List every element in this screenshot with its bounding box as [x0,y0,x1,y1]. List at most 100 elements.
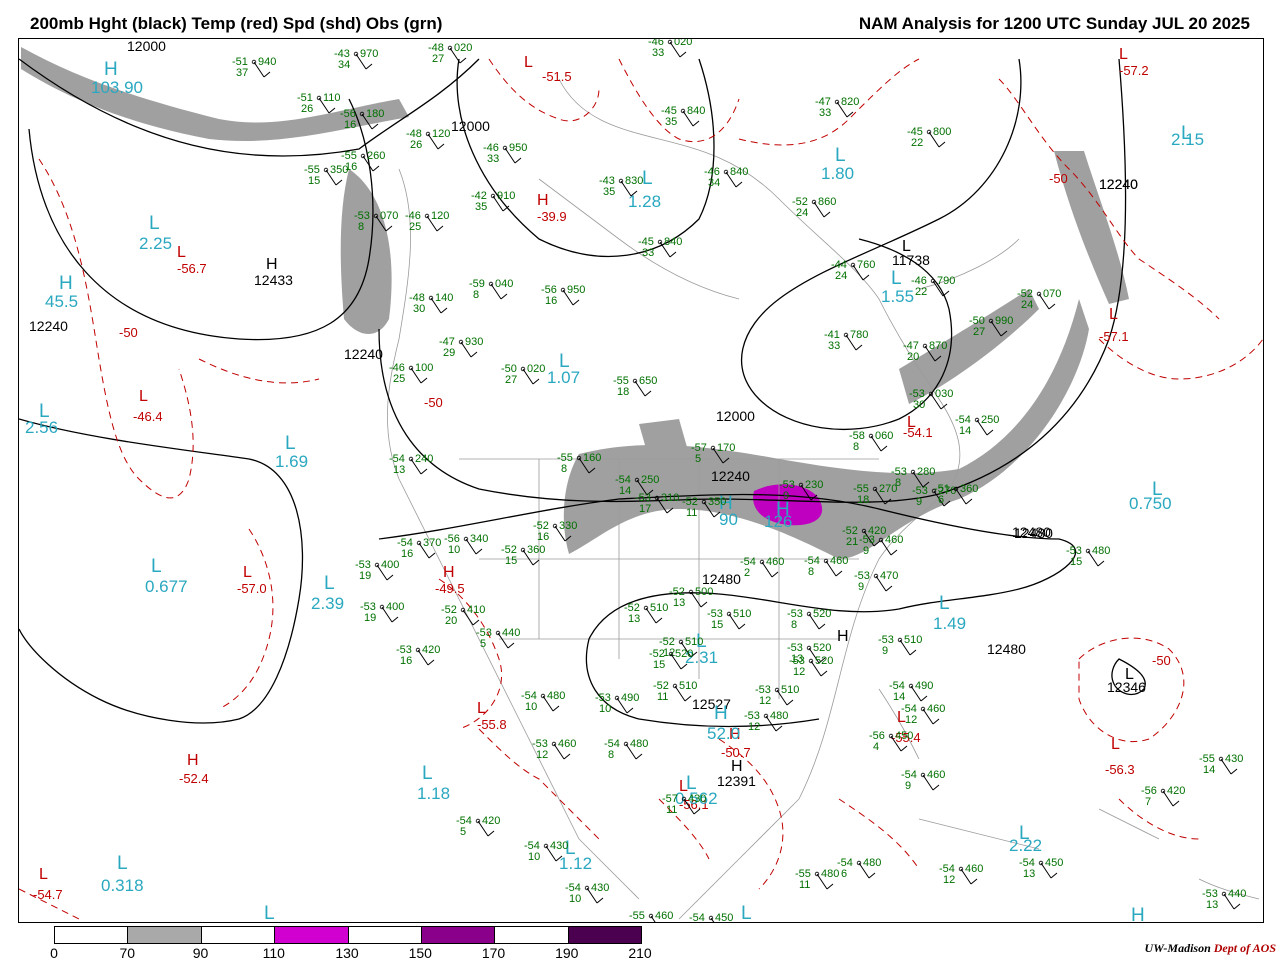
station-observation: -54 24013 [389,453,433,476]
speed-center-value: 1.55 [881,287,914,306]
height-label: 12240 [1099,176,1138,192]
station-observation: -53 42016 [396,644,440,667]
svg-text:780: 780 [850,329,868,341]
svg-text:33: 33 [652,47,664,59]
station-observation: -54 4808 [604,738,648,761]
temperature-center-symbol: H [187,752,199,769]
svg-text:13: 13 [393,464,405,476]
svg-text:10: 10 [569,893,581,905]
speed-center-value: 103.90 [91,78,143,97]
svg-text:420: 420 [482,815,500,827]
temperature-contour-label: -50 [1049,171,1068,186]
station-observation: -52 07024 [1017,288,1061,311]
speed-center-symbol: L [835,145,846,166]
svg-text:-54: -54 [689,912,705,922]
scale-segment [275,927,349,943]
station-observation: -53 40019 [355,559,399,582]
svg-text:250: 250 [981,414,999,426]
speed-center-symbol: L [422,763,433,784]
station-observation: -54 4602 [740,556,784,579]
svg-text:16: 16 [545,295,557,307]
svg-text:460: 460 [766,556,784,568]
scale-tick-label: 90 [192,945,209,961]
height-center-symbol: L [1125,666,1134,683]
svg-text:840: 840 [730,166,748,178]
height-label: 12391 [717,773,756,789]
svg-text:170: 170 [717,442,735,454]
svg-text:10: 10 [528,851,540,863]
svg-text:480: 480 [821,868,839,880]
svg-text:29: 29 [443,347,455,359]
speed-center-symbol: L [264,903,275,922]
map-title: 200mb Hght (black) Temp (red) Spd (shd) … [30,14,443,33]
svg-text:280: 280 [917,466,935,478]
svg-text:120: 120 [431,210,449,222]
svg-text:860: 860 [818,196,836,208]
speed-center-value: 1.12 [559,854,592,873]
station-observation: -52 51011 [653,680,697,703]
temperature-contour [438,578,503,730]
scale-segment [201,927,276,943]
temperature-center-symbol: L [39,866,48,883]
station-observation: -53 4405 [476,627,520,650]
speed-center-value: 90 [719,510,738,529]
station-observation: -55 43014 [1199,753,1243,776]
svg-text:100: 100 [415,362,433,374]
station-observation: -48 14030 [409,292,453,315]
station-observation: -46 95033 [483,142,527,165]
svg-text:30: 30 [413,303,425,315]
svg-text:510: 510 [679,680,697,692]
svg-text:8: 8 [473,289,479,301]
temperature-center-symbol: L [139,388,148,405]
svg-text:650: 650 [639,375,657,387]
svg-text:8: 8 [853,441,859,453]
svg-text:16: 16 [537,531,549,543]
temperature-center-value: -57.1 [1099,329,1129,344]
svg-text:400: 400 [386,601,404,613]
svg-text:350: 350 [330,164,348,176]
station-observation: -44 76024 [831,259,875,282]
station-observation: -52 51013 [624,602,668,625]
temperature-contour [1118,798,1200,840]
svg-text:11: 11 [657,691,668,703]
height-label: 12240 [344,346,383,362]
svg-text:18: 18 [857,494,869,506]
temperature-center-value: -54.1 [903,425,933,440]
credit-dept: Dept of AOS [1213,941,1276,955]
svg-text:350: 350 [708,496,726,508]
svg-text:330: 330 [559,520,577,532]
speed-center-value: 1.49 [933,614,966,633]
station-observation: -59 0408 [469,278,513,301]
svg-text:870: 870 [929,340,947,352]
svg-text:840: 840 [687,105,705,117]
speed-center-value: 0.318 [101,876,144,895]
svg-text:33: 33 [819,107,831,119]
temperature-center-symbol: L [477,700,486,717]
station-observation: -46 12025 [405,210,449,233]
svg-text:15: 15 [505,555,517,567]
svg-text:8: 8 [895,477,901,489]
svg-text:33: 33 [828,340,840,352]
speed-center-value: 52.0 [707,724,740,743]
height-center-symbol: H [266,256,278,273]
temperature-contour-label: -50 [119,325,138,340]
svg-text:27: 27 [973,326,985,338]
temperature-center-value: -46.4 [133,409,163,424]
station-observation: -46 02033 [648,39,692,59]
temperature-contour-label: -50 [424,395,443,410]
svg-text:120: 120 [432,128,450,140]
scale-segment [495,927,569,943]
station-observation: -55 48011 [795,868,839,891]
svg-text:11: 11 [666,804,677,816]
speed-center-symbol: H [104,59,118,80]
station-observation: -48 02027 [428,42,472,65]
svg-text:830: 830 [625,175,643,187]
station-observation: -53 46012 [532,738,576,761]
geography-line [618,238,740,300]
svg-text:820: 820 [841,96,859,108]
station-observation: -51 94037 [232,56,276,79]
svg-text:410: 410 [467,604,485,616]
speed-center-symbol: L [149,213,160,234]
svg-text:13: 13 [1206,899,1218,911]
temperature-center-value: -55.8 [477,717,507,732]
